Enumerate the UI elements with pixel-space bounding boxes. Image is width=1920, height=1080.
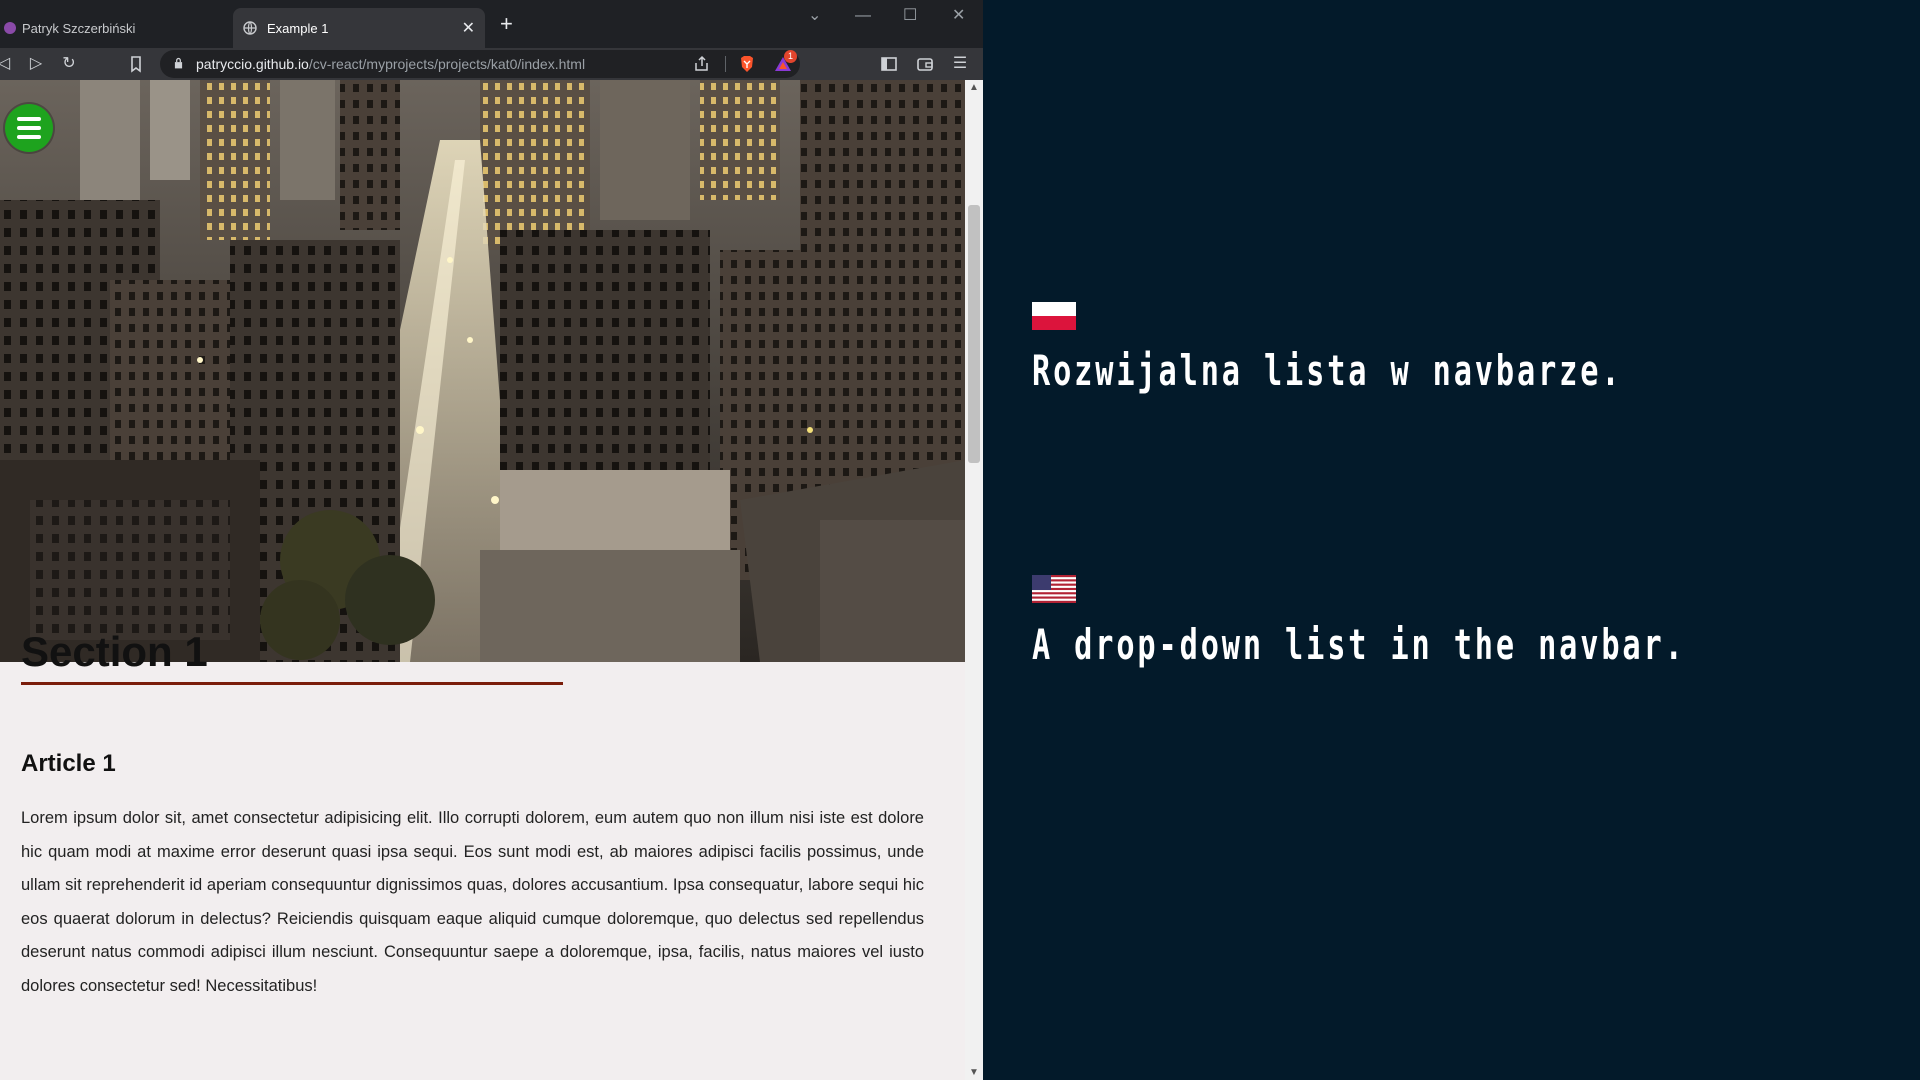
- tab-search-icon[interactable]: ⌄: [808, 6, 821, 26]
- caption-polish: Rozwijalna lista w navbarze.: [1032, 346, 1623, 395]
- profile-favicon-icon: [4, 22, 16, 34]
- wallet-icon[interactable]: [915, 54, 935, 74]
- sidebar-icon[interactable]: [879, 54, 899, 74]
- browser-window: Patryk Szczerbiński Example 1 ✕ + ⌄ — ☐ …: [0, 0, 983, 1080]
- close-window-button[interactable]: ✕: [952, 6, 965, 26]
- city-hero-image: [0, 80, 965, 662]
- scrollbar-thumb[interactable]: [968, 205, 980, 463]
- forward-icon[interactable]: ▷: [26, 54, 46, 74]
- tab-label: Example 1: [267, 20, 329, 36]
- address-bar[interactable]: patryccio.github.io/cv-react/myprojects/…: [160, 50, 800, 78]
- share-icon[interactable]: [693, 55, 711, 73]
- caption-english: A drop-down list in the navbar.: [1032, 620, 1686, 669]
- tab-label: Patryk Szczerbiński: [22, 20, 136, 36]
- globe-icon: [243, 21, 257, 35]
- page-scrollbar[interactable]: ▲ ▼: [965, 80, 983, 1080]
- scroll-up-icon[interactable]: ▲: [969, 82, 979, 93]
- brave-shields-icon[interactable]: [738, 55, 756, 73]
- reload-icon[interactable]: ↻: [59, 54, 79, 74]
- bookmark-icon[interactable]: [126, 54, 146, 74]
- article-title: Article 1: [21, 750, 116, 777]
- tab-patryk[interactable]: Patryk Szczerbiński: [0, 8, 232, 48]
- hamburger-icon: [17, 117, 41, 121]
- section-underline: [21, 682, 563, 685]
- divider: [725, 56, 726, 72]
- browser-toolbar: ◁ ▷ ↻ patryccio.github.io/cv-react/mypro…: [0, 48, 983, 80]
- article-text: Lorem ipsum dolor sit, amet consectetur …: [21, 809, 924, 995]
- tab-strip: Patryk Szczerbiński Example 1 ✕ + ⌄ — ☐ …: [0, 0, 983, 48]
- new-tab-button[interactable]: +: [500, 12, 513, 36]
- minimize-button[interactable]: —: [855, 6, 871, 26]
- description-panel: Rozwijalna lista w navbarze. A drop-down…: [983, 0, 1920, 1080]
- hamburger-menu-button[interactable]: [5, 104, 53, 152]
- menu-icon[interactable]: ☰: [950, 54, 970, 74]
- maximize-button[interactable]: ☐: [903, 6, 917, 26]
- url-text: patryccio.github.io/cv-react/myprojects/…: [196, 56, 586, 72]
- poland-flag-icon: [1032, 302, 1076, 330]
- close-tab-icon[interactable]: ✕: [462, 18, 475, 38]
- scroll-down-icon[interactable]: ▼: [969, 1067, 979, 1078]
- back-icon[interactable]: ◁: [0, 54, 14, 74]
- page-viewport: Section 1 Article 1 Lorem ipsum dolor si…: [0, 80, 965, 1080]
- lock-icon: [174, 57, 183, 69]
- notification-badge: 1: [784, 50, 797, 63]
- section-title: Section 1: [21, 628, 208, 675]
- usa-flag-icon: [1032, 575, 1076, 603]
- tab-example-1[interactable]: Example 1 ✕: [233, 8, 485, 48]
